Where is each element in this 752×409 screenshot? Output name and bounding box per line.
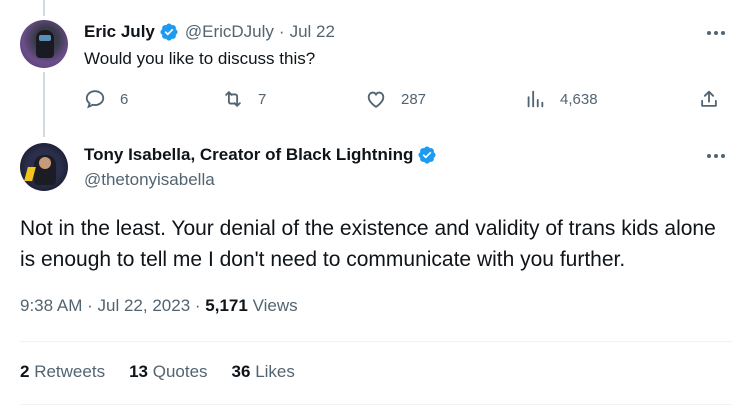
separator-dot: · — [194, 296, 201, 315]
retweets-stat[interactable]: 2 Retweets — [20, 362, 105, 382]
author-name[interactable]: Eric July — [84, 22, 155, 42]
verified-badge-icon — [417, 145, 437, 165]
avatar-tony-isabella[interactable] — [20, 143, 68, 191]
heart-icon — [367, 91, 385, 108]
tweet-metadata: 9:38 AM · Jul 22, 2023 · 5,171 Views — [20, 296, 298, 316]
avatar-eric-july[interactable] — [20, 20, 68, 68]
like-count: 287 — [401, 90, 427, 108]
retweets-count: 2 — [20, 362, 30, 381]
views-label: Views — [252, 296, 298, 315]
reply-icon — [85, 90, 105, 109]
views-button[interactable]: 4,638 — [524, 88, 598, 110]
separator-dot: · — [87, 296, 93, 315]
more-options-icon[interactable] — [707, 154, 725, 158]
author-handle[interactable]: @EricDJuly — [185, 22, 274, 42]
likes-count: 36 — [231, 362, 251, 381]
reply-tweet-header: Eric July @EricDJuly · Jul 22 — [84, 22, 335, 42]
share-button[interactable] — [698, 88, 720, 110]
thread-connector-top — [43, 0, 45, 16]
avatar-face — [39, 157, 51, 169]
quotes-label: Quotes — [152, 362, 208, 381]
divider — [20, 341, 732, 342]
views-count: 5,171 — [205, 296, 248, 315]
retweet-button[interactable]: 7 — [222, 88, 266, 110]
likes-label: Likes — [255, 362, 295, 381]
reply-button[interactable]: 6 — [84, 88, 128, 110]
quotes-stat[interactable]: 13 Quotes — [129, 362, 207, 382]
tweet-time[interactable]: 9:38 AM — [20, 296, 82, 315]
retweet-icon — [225, 91, 241, 107]
verified-badge-icon — [159, 22, 179, 42]
divider — [20, 404, 732, 405]
main-tweet-handle-row: @thetonyisabella — [84, 170, 215, 190]
tweet-date[interactable]: Jul 22 — [290, 22, 335, 42]
views-count: 4,638 — [560, 90, 598, 108]
reply-tweet-actions: 6 7 287 4,638 — [0, 88, 752, 114]
reply-tweet-text: Would you like to discuss this? — [84, 49, 316, 68]
likes-stat[interactable]: 36 Likes — [232, 362, 295, 382]
views-chart-icon — [527, 90, 544, 108]
main-tweet-header: Tony Isabella, Creator of Black Lightnin… — [84, 145, 437, 165]
more-options-icon[interactable] — [707, 31, 725, 35]
share-icon — [701, 90, 717, 107]
avatar-mask — [39, 35, 51, 41]
tweet-date[interactable]: Jul 22, 2023 — [98, 296, 191, 315]
quotes-count: 13 — [129, 362, 148, 381]
author-name[interactable]: Tony Isabella, Creator of Black Lightnin… — [84, 145, 413, 165]
retweets-label: Retweets — [34, 362, 106, 381]
reply-count: 6 — [120, 90, 129, 108]
engagement-stats: 2 Retweets 13 Quotes 36 Likes — [20, 362, 295, 382]
separator-dot: · — [278, 22, 285, 41]
author-handle[interactable]: @thetonyisabella — [84, 170, 215, 190]
main-tweet-text: Not in the least. Your denial of the exi… — [20, 217, 716, 271]
retweet-count: 7 — [258, 90, 267, 108]
like-button[interactable]: 287 — [365, 88, 426, 110]
